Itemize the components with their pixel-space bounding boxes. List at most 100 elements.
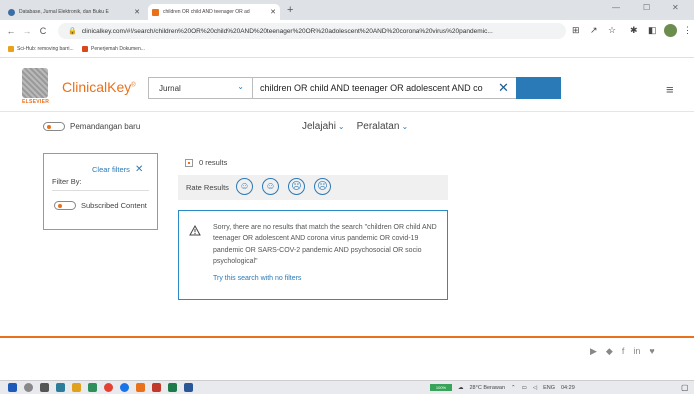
profile-avatar[interactable] bbox=[664, 24, 677, 37]
search-button[interactable] bbox=[516, 77, 561, 99]
url-text: clinicalkey.com/#!/search/children%20OR%… bbox=[81, 27, 493, 35]
subscribed-content-toggle[interactable]: Subscribed Content bbox=[54, 201, 147, 210]
reload-button[interactable]: C bbox=[38, 26, 48, 36]
warning-icon bbox=[189, 225, 201, 236]
maximize-button[interactable]: ☐ bbox=[643, 3, 650, 12]
back-button[interactable]: ← bbox=[6, 26, 16, 36]
chrome-icon[interactable] bbox=[120, 383, 129, 392]
word-icon[interactable] bbox=[184, 383, 193, 392]
chevron-down-icon: ⌄ bbox=[337, 122, 345, 131]
try-without-filters-link[interactable]: Try this search with no filters bbox=[213, 275, 301, 282]
app-icon[interactable] bbox=[88, 383, 97, 392]
publisher-name: ELSEVIER bbox=[22, 99, 50, 105]
browser-tab-active[interactable]: children OR child AND teenager OR ad ✕ bbox=[148, 4, 280, 20]
close-icon: ✕ bbox=[134, 164, 144, 175]
sad-face-icon[interactable]: ☹ bbox=[288, 178, 305, 195]
rate-results-label: Rate Results bbox=[186, 183, 229, 192]
notification-icon[interactable]: ▢ bbox=[681, 383, 689, 392]
toggle-switch[interactable] bbox=[54, 201, 76, 210]
task-view-icon[interactable] bbox=[40, 383, 49, 392]
happy-face-icon[interactable]: ☺ bbox=[262, 178, 279, 195]
chevron-down-icon: ⌄ bbox=[401, 122, 409, 131]
clear-filters-button[interactable]: Clear filters ✕ bbox=[92, 164, 143, 175]
search-scope-select[interactable]: Jurnal ⌄ bbox=[149, 78, 253, 98]
new-tab-button[interactable]: + bbox=[287, 4, 293, 16]
no-results-text: Sorry, there are no results that match t… bbox=[213, 224, 437, 265]
bookmark-star-icon[interactable]: ☆ bbox=[608, 25, 616, 36]
clear-search-icon[interactable]: ✕ bbox=[498, 80, 509, 96]
sidebar-icon[interactable]: ◧ bbox=[648, 25, 657, 36]
twitter-icon[interactable]: ♥ bbox=[649, 346, 654, 357]
new-view-label: Pemandangan baru bbox=[70, 122, 141, 131]
bookmark-label: Sci-Hub: removing barri... bbox=[17, 46, 74, 52]
nav-item-browse[interactable]: Jelajahi ⌄ bbox=[302, 121, 345, 132]
excel-icon[interactable] bbox=[168, 383, 177, 392]
extensions-icon[interactable]: ✱ bbox=[630, 25, 638, 36]
no-results-message: Sorry, there are no results that match t… bbox=[178, 210, 448, 300]
nav-item-label: Peralatan bbox=[356, 121, 400, 132]
results-count: 0 results bbox=[185, 158, 227, 167]
weather-text[interactable]: 28°C Berawan bbox=[470, 385, 506, 391]
battery-indicator[interactable]: 100% bbox=[430, 384, 452, 391]
footer-divider bbox=[0, 336, 694, 338]
bookmark-label: Penerjemah Dokumen... bbox=[91, 46, 145, 52]
site-header: ELSEVIER ClinicalKey® Jurnal ⌄ children … bbox=[0, 64, 694, 112]
forward-button[interactable]: → bbox=[22, 26, 32, 36]
minimize-button[interactable]: — bbox=[612, 3, 620, 12]
blog-icon[interactable]: ◆ bbox=[606, 346, 613, 357]
share-icon[interactable]: ↗ bbox=[590, 25, 598, 36]
facebook-icon[interactable]: f bbox=[622, 346, 625, 357]
hamburger-menu-icon[interactable]: ≡ bbox=[666, 82, 674, 97]
chevron-down-icon: ⌄ bbox=[237, 82, 244, 91]
menu-kebab-icon[interactable]: ⋮ bbox=[683, 25, 692, 36]
app-icon[interactable] bbox=[136, 383, 145, 392]
clear-filters-label: Clear filters bbox=[92, 165, 130, 174]
very-happy-face-icon[interactable]: ☺ bbox=[236, 178, 253, 195]
browser-tab-bar: Database, Jurnal Elektronik, dan Buku E … bbox=[0, 0, 694, 20]
new-view-toggle[interactable]: Pemandangan baru bbox=[43, 122, 140, 131]
nav-item-tools[interactable]: Peralatan ⌄ bbox=[357, 121, 409, 132]
brand-registered-mark: ® bbox=[131, 82, 136, 89]
lock-icon: 🔒 bbox=[68, 28, 77, 35]
scope-value: Jurnal bbox=[159, 83, 181, 93]
volume-icon[interactable]: ◁ bbox=[533, 385, 537, 391]
bookmark-favicon-icon bbox=[8, 46, 14, 52]
bookmark-item[interactable]: Sci-Hub: removing barri... bbox=[8, 46, 74, 52]
chrome-icon[interactable] bbox=[104, 383, 113, 392]
filter-panel: Clear filters ✕ Filter By: Subscribed Co… bbox=[43, 153, 158, 230]
linkedin-icon[interactable]: in bbox=[633, 346, 640, 357]
social-links: ▶ ◆ f in ♥ bbox=[590, 346, 655, 357]
youtube-icon[interactable]: ▶ bbox=[590, 346, 597, 357]
weather-icon[interactable]: ☁ bbox=[458, 385, 464, 391]
close-window-button[interactable]: ✕ bbox=[672, 3, 679, 12]
app-icon[interactable] bbox=[56, 383, 65, 392]
brand-name: ClinicalKey bbox=[62, 79, 132, 95]
app-icon[interactable] bbox=[152, 383, 161, 392]
system-tray: 100% ☁ 28°C Berawan ⌃ ▭ ◁ ENG 04:29 bbox=[430, 384, 575, 391]
tab-close-icon[interactable]: ✕ bbox=[266, 8, 276, 16]
browser-tab[interactable]: Database, Jurnal Elektronik, dan Buku E … bbox=[4, 4, 144, 20]
address-bar[interactable]: 🔒 clinicalkey.com/#!/search/children%20O… bbox=[58, 23, 566, 39]
rate-results-bar: Rate Results ☺ ☺ ☹ ☹ bbox=[178, 175, 448, 200]
language-indicator[interactable]: ENG bbox=[543, 385, 555, 391]
tab-favicon-icon bbox=[8, 8, 15, 16]
search-icon[interactable] bbox=[24, 383, 33, 392]
clock[interactable]: 04:29 bbox=[561, 385, 575, 391]
tab-close-icon[interactable]: ✕ bbox=[130, 8, 140, 16]
very-sad-face-icon[interactable]: ☹ bbox=[314, 178, 331, 195]
subscribed-content-label: Subscribed Content bbox=[81, 201, 147, 210]
chevron-up-icon[interactable]: ⌃ bbox=[511, 385, 516, 391]
search-input[interactable]: children OR child AND teenager OR adoles… bbox=[260, 78, 483, 98]
start-icon[interactable] bbox=[8, 383, 17, 392]
bookmark-item[interactable]: Penerjemah Dokumen... bbox=[82, 46, 145, 52]
bookmarks-bar: Sci-Hub: removing barri... Penerjemah Do… bbox=[0, 42, 694, 58]
tab-favicon-icon bbox=[152, 8, 159, 16]
elsevier-logo[interactable]: ELSEVIER bbox=[22, 68, 52, 108]
network-icon[interactable]: ▭ bbox=[522, 385, 527, 391]
select-all-checkbox[interactable] bbox=[185, 158, 193, 167]
clinicalkey-logo[interactable]: ClinicalKey® bbox=[62, 79, 136, 95]
toggle-switch[interactable] bbox=[43, 122, 65, 131]
tab-title: children OR child AND teenager OR ad bbox=[163, 9, 250, 15]
translate-icon[interactable]: ⊞ bbox=[572, 25, 580, 36]
file-explorer-icon[interactable] bbox=[72, 383, 81, 392]
